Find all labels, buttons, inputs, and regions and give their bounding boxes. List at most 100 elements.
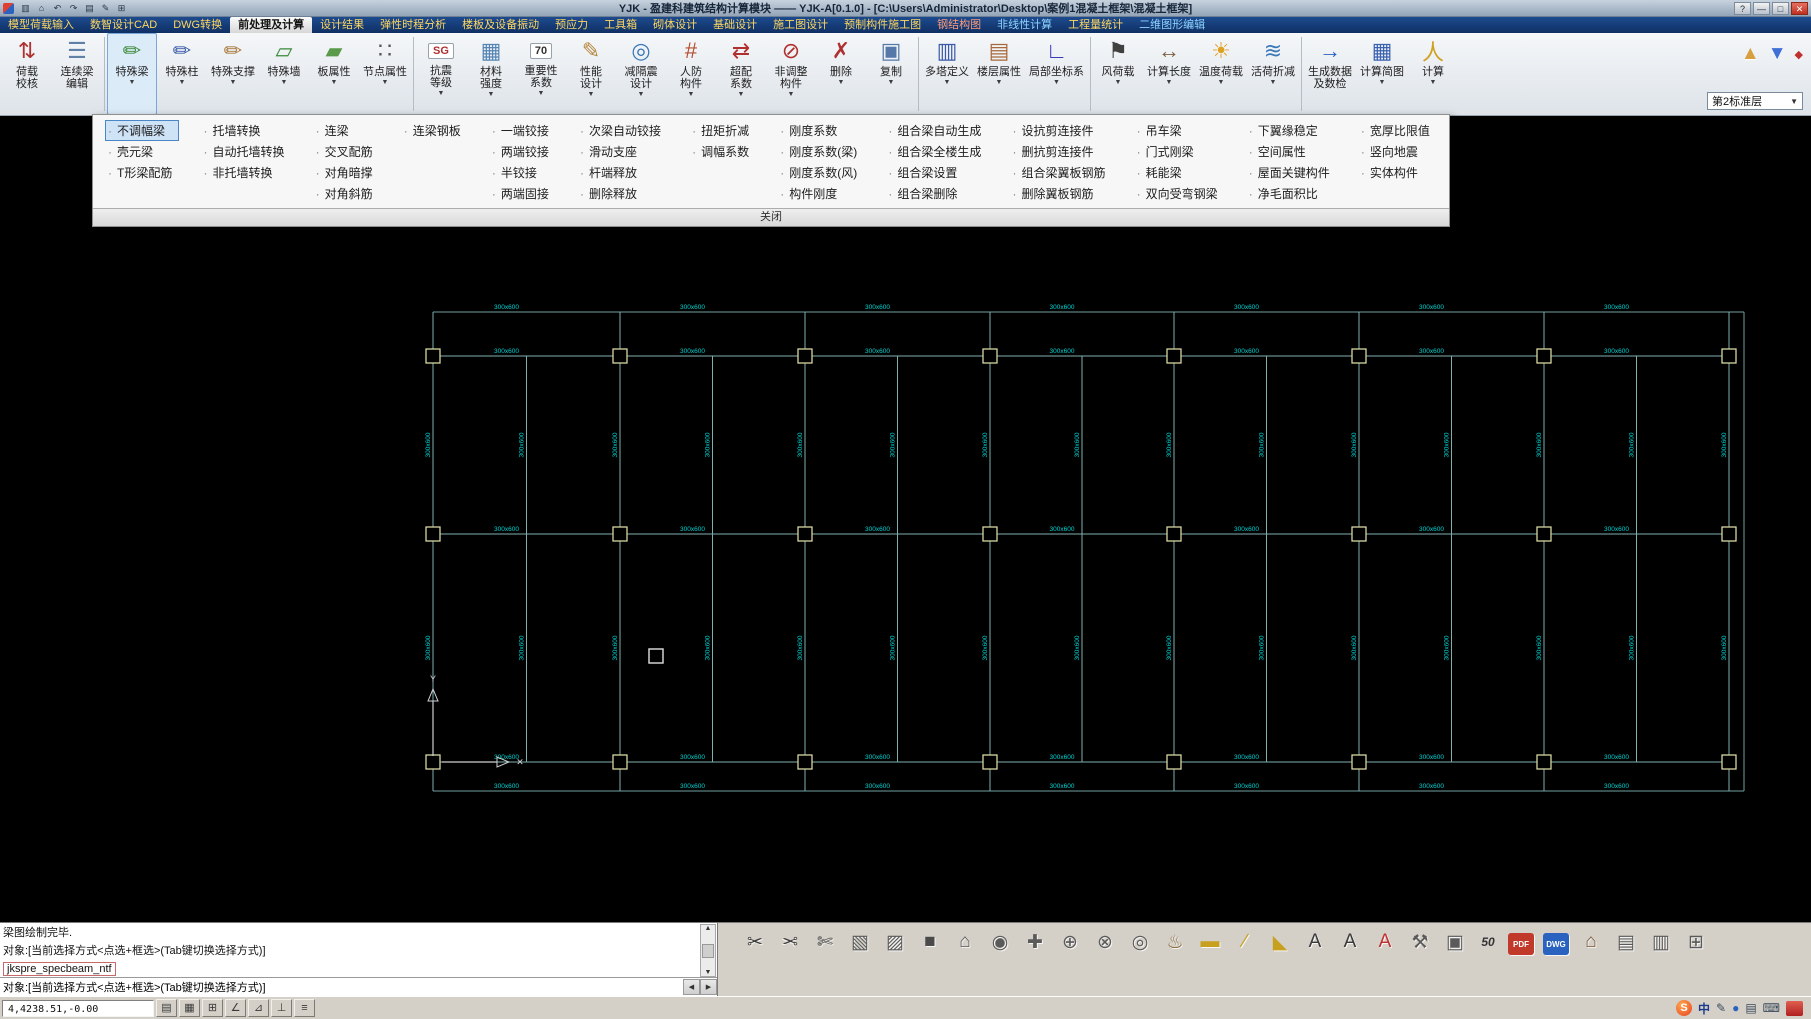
shaded-cube-icon[interactable]: ▨ <box>880 927 910 957</box>
menu-item[interactable]: ·自动托墙转换 <box>200 141 291 162</box>
menu-item[interactable]: ·扭矩折减 <box>689 120 756 141</box>
node-property-button[interactable]: ∷节点属性▼ <box>359 33 411 115</box>
set-square-icon[interactable]: ◣ <box>1265 927 1295 957</box>
menu-item[interactable]: ·组合梁翼板钢筋 <box>1009 162 1112 183</box>
seismic-grade-button[interactable]: SG抗震等级▼ <box>416 33 466 115</box>
scroll-thumb[interactable] <box>702 944 714 958</box>
angle-toggle-icon[interactable]: ∠ <box>225 999 246 1017</box>
menu-item[interactable]: ·壳元梁 <box>105 141 179 162</box>
local-axis-button[interactable]: ∟局部坐标系▼ <box>1025 33 1088 115</box>
menu-item[interactable]: ·刚度系数(风) <box>777 162 864 183</box>
menu-item[interactable]: ·组合梁设置 <box>885 162 988 183</box>
slab-property-button[interactable]: ▰板属性▼ <box>309 33 359 115</box>
wrench-icon[interactable]: ⚒ <box>1405 927 1435 957</box>
dwg-export-icon[interactable]: DWG <box>1543 933 1569 955</box>
calc-diagram-button[interactable]: ▦计算简图▼ <box>1356 33 1408 115</box>
menu-tab[interactable]: 模型荷载输入 <box>0 17 82 33</box>
non-adjusted-member-button[interactable]: ⊘非调整构件▼ <box>766 33 816 115</box>
scroll-right-button[interactable]: ▶ <box>700 979 717 995</box>
export-sheet-icon[interactable]: ⊞ <box>1681 927 1711 957</box>
form-icon[interactable]: ▤ <box>1611 927 1641 957</box>
menu-tab[interactable]: 预应力 <box>547 17 596 33</box>
sogou-icon[interactable]: S <box>1676 1000 1692 1016</box>
load-check-button[interactable]: ⇅荷载校核 <box>2 33 52 115</box>
trim-scissors-icon[interactable]: ✂ <box>740 927 770 957</box>
ime-keyboard-icon[interactable]: ⌨ <box>1763 1001 1780 1015</box>
material-strength-button[interactable]: ▦材料强度▼ <box>466 33 516 115</box>
wind-load-button[interactable]: ⚑风荷载▼ <box>1093 33 1143 115</box>
menu-item[interactable]: ·构件刚度 <box>777 183 864 204</box>
layers-toggle-icon[interactable]: ≡ <box>294 999 315 1017</box>
snap-toggle-icon[interactable]: ⊞ <box>202 999 223 1017</box>
zoom-window-icon[interactable]: ⊕ <box>1055 927 1085 957</box>
menu-item[interactable]: ·对角斜筋 <box>313 183 380 204</box>
special-wall-button[interactable]: ▱特殊墙▼ <box>259 33 309 115</box>
menu-item[interactable]: ·连梁 <box>313 120 380 141</box>
menu-tab[interactable]: 非线性计算 <box>989 17 1060 33</box>
multi-tower-define-button[interactable]: ▥多塔定义▼ <box>921 33 973 115</box>
menu-item[interactable]: ·屋面关键构件 <box>1246 162 1337 183</box>
menu-item[interactable]: ·连梁钢板 <box>401 120 468 141</box>
undo-icon[interactable]: ↶ <box>50 2 65 15</box>
menu-tab[interactable]: 预制构件施工图 <box>836 17 929 33</box>
model-house-icon[interactable]: ⌂ <box>1576 927 1606 957</box>
special-column-button[interactable]: ✏特殊柱▼ <box>157 33 207 115</box>
menu-item[interactable]: ·两端固接 <box>489 183 556 204</box>
menu-item[interactable]: ·次梁自动铰接 <box>577 120 668 141</box>
menu-tab[interactable]: 钢结构图 <box>929 17 989 33</box>
perp-toggle-icon[interactable]: ⊥ <box>271 999 292 1017</box>
sogou-toolbox-icon[interactable] <box>1786 1001 1803 1016</box>
menu-item[interactable]: ·半铰接 <box>489 162 556 183</box>
menu-tab[interactable]: 施工图设计 <box>765 17 836 33</box>
pin-icon[interactable]: ◆ <box>1795 48 1803 61</box>
command-scrollbar[interactable]: ▲ ▼ <box>700 924 716 977</box>
menu-item[interactable]: ·交叉配筋 <box>313 141 380 162</box>
menu-item[interactable]: ·托墙转换 <box>200 120 291 141</box>
menu-item[interactable]: ·净毛面积比 <box>1246 183 1337 204</box>
menu-item[interactable]: ·竖向地震 <box>1358 141 1437 162</box>
menu-item[interactable]: ·删抗剪连接件 <box>1009 141 1112 162</box>
copy-button[interactable]: ▣复制▼ <box>866 33 916 115</box>
menu-tab[interactable]: 基础设计 <box>705 17 765 33</box>
menu-item[interactable]: ·空间属性 <box>1246 141 1337 162</box>
performance-design-button[interactable]: ✎性能设计▼ <box>566 33 616 115</box>
menu-item[interactable]: ·组合梁自动生成 <box>885 120 988 141</box>
export-doc-icon[interactable]: ▥ <box>1646 927 1676 957</box>
menu-item[interactable]: ·T形梁配筋 <box>105 162 179 183</box>
angle-dim-icon[interactable]: 50 <box>1475 935 1501 949</box>
orbit-view-icon[interactable]: ◉ <box>985 927 1015 957</box>
over-reinforce-factor-button[interactable]: ⇄超配系数▼ <box>716 33 766 115</box>
calc-length-button[interactable]: ↔计算长度▼ <box>1143 33 1195 115</box>
command-prompt-row[interactable]: 对象:[当前选择方式<点选+框选>(Tab键切换选择方式)] ◀ ▶ <box>0 977 717 996</box>
wire-cube-icon[interactable]: ▧ <box>845 927 875 957</box>
grid-toggle-icon[interactable]: ▦ <box>179 999 200 1017</box>
menu-item[interactable]: ·调幅系数 <box>689 141 756 162</box>
menu-item[interactable]: ·下翼缘稳定 <box>1246 120 1337 141</box>
kettle-icon[interactable]: ♨ <box>1160 927 1190 957</box>
menu-item[interactable]: ·宽厚比限值 <box>1358 120 1437 141</box>
menu-item[interactable]: ·滑动支座 <box>577 141 668 162</box>
menu-item[interactable]: ·组合梁删除 <box>885 183 988 204</box>
zoom-extents-icon[interactable]: ⊗ <box>1090 927 1120 957</box>
solid-cube-icon[interactable]: ■ <box>915 927 945 957</box>
menu-item[interactable]: ·非托墙转换 <box>200 162 291 183</box>
menu-item[interactable]: ·实体构件 <box>1358 162 1437 183</box>
command-panel[interactable]: 梁图绘制完毕.对象:[当前选择方式<点选+框选>(Tab键切换选择方式)]jks… <box>0 922 718 996</box>
new-file-icon[interactable]: ▥ <box>18 2 33 15</box>
minimize-button[interactable]: — <box>1753 2 1770 15</box>
menu-tab[interactable]: 数智设计CAD <box>82 17 165 33</box>
menu-item[interactable]: ·删除翼板钢筋 <box>1009 183 1112 204</box>
menu-item[interactable]: ·组合梁全楼生成 <box>885 141 988 162</box>
standard-story-selector[interactable]: 第2标准层 ▼ <box>1707 92 1803 110</box>
scroll-down-icon[interactable]: ▼ <box>705 969 712 976</box>
display-toggle-icon[interactable]: ▤ <box>156 999 177 1017</box>
help-button[interactable]: ? <box>1734 2 1751 15</box>
drawing-canvas[interactable]: 300x600300x600300x600300x600300x600300x6… <box>0 116 1811 922</box>
menu-item[interactable]: ·两端铰接 <box>489 141 556 162</box>
menu-tab[interactable]: 前处理及计算 <box>230 17 312 33</box>
menu-tab[interactable]: 砌体设计 <box>645 17 705 33</box>
settings-icon[interactable]: ⊞ <box>114 2 129 15</box>
menu-tab[interactable]: DWG转换 <box>165 17 230 33</box>
break-scissors-icon[interactable]: ✄ <box>810 927 840 957</box>
redo-icon[interactable]: ↷ <box>66 2 81 15</box>
